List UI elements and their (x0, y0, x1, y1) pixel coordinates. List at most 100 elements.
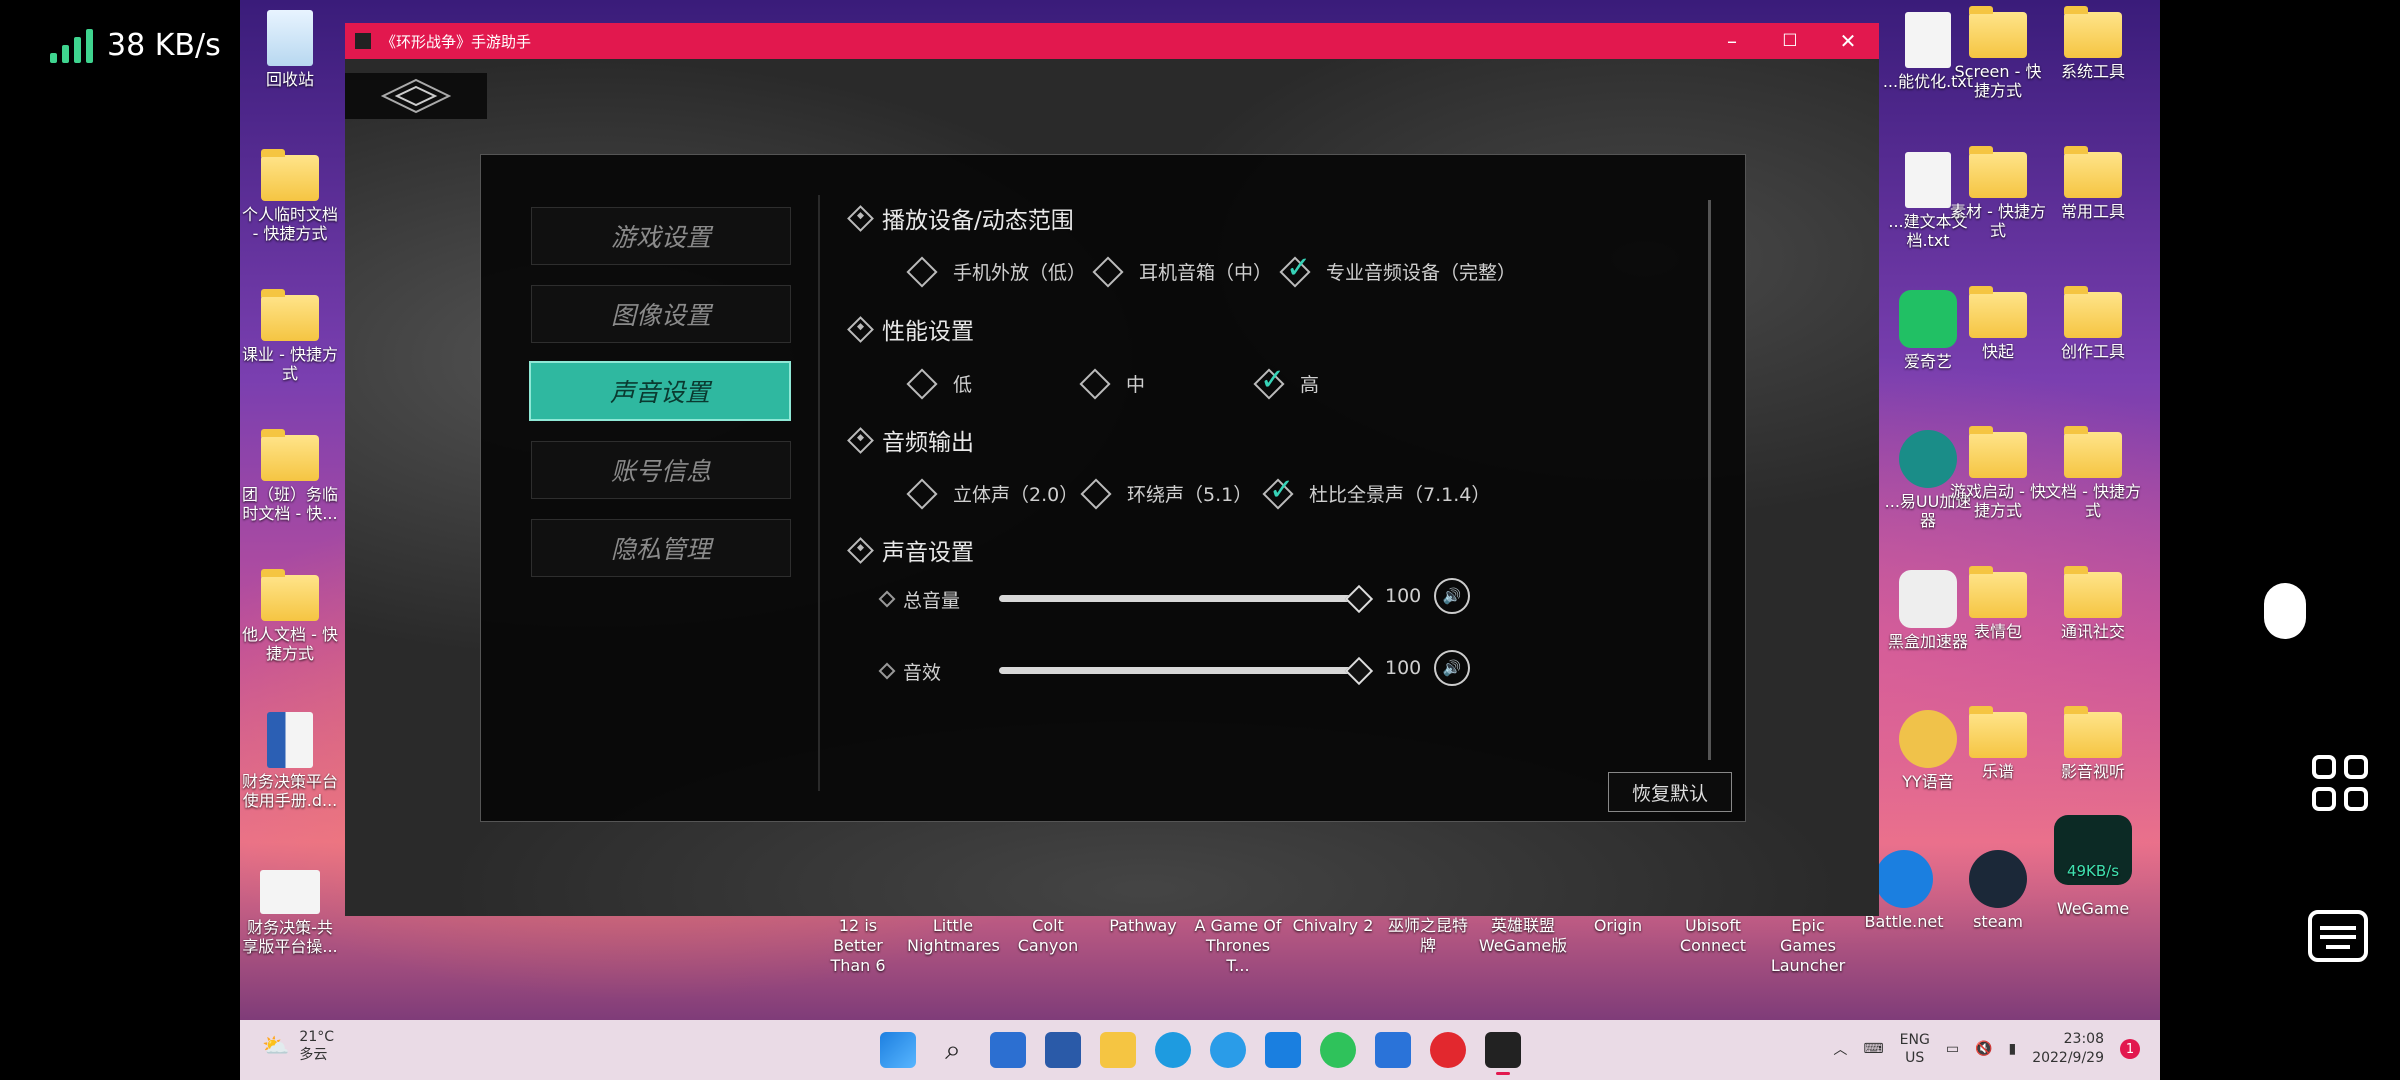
desktop-shortcut[interactable]: 他人文档 - 快捷方式 (242, 569, 338, 663)
search-icon[interactable]: ⌕ (935, 1032, 971, 1068)
battery-icon[interactable]: ▮ (2008, 1041, 2016, 1057)
slider-thumb[interactable] (1344, 656, 1374, 686)
language-indicator[interactable]: ENG US (1900, 1031, 1930, 1067)
menu-item-game-settings[interactable]: 游戏设置 (531, 207, 791, 265)
checkbox[interactable] (906, 477, 938, 510)
reset-default-button[interactable]: 恢复默认 (1608, 772, 1732, 812)
option-label: 耳机音箱（中） (1139, 262, 1273, 284)
desktop-shortcut[interactable]: 素材 - 快捷方式 (1950, 146, 2046, 240)
keyboard-toggle-icon[interactable] (2308, 910, 2368, 962)
option-performance-low[interactable]: 低 (906, 367, 972, 400)
option-performance-mid[interactable]: 中 (1079, 367, 1145, 400)
option-phone-speaker[interactable]: 手机外放（低） (906, 255, 1086, 288)
display-icon[interactable]: ▭ (1946, 1041, 1959, 1057)
desktop-shortcut[interactable]: 团（班）务临时文档 - 快... (242, 429, 338, 523)
game-shortcut[interactable]: Epic Games Launcher (1762, 916, 1854, 976)
game-shortcut[interactable]: 英雄联盟 WeGame版 (1477, 916, 1569, 956)
game-assistant-taskbar-icon[interactable] (1485, 1032, 1521, 1068)
desktop-app[interactable]: 49KB/s WeGame (2045, 815, 2141, 918)
game-shortcut[interactable]: Pathway (1097, 916, 1189, 936)
checkbox-checked[interactable]: ✓ (1262, 472, 1294, 510)
option-dolby-atmos[interactable]: ✓ 杜比全景声（7.1.4） (1262, 472, 1490, 510)
chevron-up-icon[interactable]: ︿ (1833, 1039, 1847, 1059)
desktop-folder[interactable]: 表情包 (1950, 566, 2046, 641)
edge-icon[interactable] (1155, 1032, 1191, 1068)
menu-item-account-info[interactable]: 账号信息 (531, 441, 791, 499)
weather-widget[interactable]: ⛅ 21°C 多云 (262, 1028, 334, 1064)
desktop-icon-label: 文档 - 快捷方式 (2045, 482, 2141, 520)
desktop-shortcut[interactable]: Screen - 快捷方式 (1950, 6, 2046, 100)
file-explorer-icon[interactable] (1100, 1032, 1136, 1068)
desktop-folder[interactable]: 常用工具 (2045, 146, 2141, 221)
desktop-shortcut[interactable]: 个人临时文档 - 快捷方式 (242, 149, 338, 243)
menu-item-sound-settings[interactable]: 声音设置 (529, 361, 791, 421)
game-shortcut[interactable]: Colt Canyon (1002, 916, 1094, 956)
game-shortcut[interactable]: Origin (1572, 916, 1664, 936)
slider-thumb[interactable] (1344, 584, 1374, 614)
desktop-app[interactable]: steam (1950, 850, 2046, 931)
clock[interactable]: 23:08 2022/9/29 (2032, 1030, 2104, 1068)
desktop-shortcut[interactable]: 文档 - 快捷方式 (2045, 426, 2141, 520)
desktop-folder[interactable]: 影音视听 (2045, 706, 2141, 781)
wechat-icon[interactable] (1320, 1032, 1356, 1068)
option-performance-high[interactable]: ✓ 高 (1253, 362, 1320, 400)
desktop-file[interactable]: 财务决策平台使用手册.d... (242, 712, 338, 810)
recycle-bin[interactable]: 回收站 (242, 10, 338, 89)
desktop-folder[interactable]: 创作工具 (2045, 286, 2141, 361)
window-titlebar[interactable]: 《环形战争》手游助手 – ☐ ✕ (345, 23, 1879, 59)
checkbox[interactable] (906, 367, 938, 400)
option-headphones[interactable]: 耳机音箱（中） (1092, 255, 1273, 288)
game-shortcut[interactable]: Chivalry 2 (1287, 916, 1379, 936)
scrollbar[interactable] (1708, 200, 1711, 760)
desktop-folder[interactable]: 系统工具 (2045, 6, 2141, 81)
start-icon[interactable] (880, 1032, 916, 1068)
game-shortcut[interactable]: A Game Of Thrones T... (1192, 916, 1284, 976)
option-label: 环绕声（5.1） (1127, 484, 1253, 506)
game-shortcut[interactable]: Ubisoft Connect (1667, 916, 1759, 956)
photos-icon[interactable] (1375, 1032, 1411, 1068)
menu-item-privacy[interactable]: 隐私管理 (531, 519, 791, 577)
checkbox[interactable] (906, 255, 938, 288)
desktop-folder[interactable]: 通讯社交 (2045, 566, 2141, 641)
checkbox[interactable] (1079, 367, 1111, 400)
minimize-button[interactable]: – (1703, 23, 1761, 59)
game-shortcut[interactable]: 巫师之昆特牌 (1382, 916, 1474, 956)
assistant-app-icon[interactable] (1265, 1032, 1301, 1068)
mouse-mode-icon[interactable] (2264, 583, 2306, 639)
option-label: 高 (1300, 374, 1320, 396)
menu-item-label: 声音设置 (609, 378, 710, 407)
maximize-button[interactable]: ☐ (1761, 23, 1819, 59)
desktop-icon-label: 财务决策平台使用手册.d... (242, 772, 339, 810)
checkbox-checked[interactable]: ✓ (1279, 250, 1311, 288)
notification-badge[interactable]: 1 (2120, 1039, 2140, 1059)
folder-icon (261, 149, 319, 201)
checkbox[interactable] (1080, 477, 1112, 510)
speaker-icon[interactable]: 🔊 (1434, 650, 1470, 686)
grid-menu-icon[interactable] (2312, 755, 2368, 811)
game-shortcut[interactable]: Little Nightmares (907, 916, 1000, 956)
game-shortcut[interactable]: 12 is Better Than 6 (812, 916, 904, 976)
desktop-shortcut[interactable]: 游戏启动 - 快捷方式 (1950, 426, 2046, 520)
checkbox[interactable] (1092, 255, 1124, 288)
menu-item-graphics-settings[interactable]: 图像设置 (531, 285, 791, 343)
desktop-shortcut[interactable]: 课业 - 快捷方式 (242, 289, 338, 383)
speaker-icon[interactable]: 🔊 (1434, 578, 1470, 614)
slider-track[interactable] (999, 656, 1374, 686)
store-icon[interactable] (1045, 1032, 1081, 1068)
mute-icon[interactable]: 🔇 (1975, 1041, 1992, 1057)
desktop-folder[interactable]: 乐谱 (1950, 706, 2046, 781)
keyboard-icon[interactable]: ⌨ (1863, 1041, 1883, 1057)
desktop-file[interactable]: 财务决策-共享版平台操... (242, 870, 338, 956)
desktop-folder[interactable]: 快起 (1950, 286, 2046, 361)
close-button[interactable]: ✕ (1819, 23, 1877, 59)
option-stereo[interactable]: 立体声（2.0） (906, 477, 1078, 510)
netease-music-icon[interactable] (1430, 1032, 1466, 1068)
browser-icon[interactable] (1210, 1032, 1246, 1068)
slider-label: 总音量 (903, 589, 961, 612)
shield-app-icon[interactable] (990, 1032, 1026, 1068)
wegame-speed-text: 49KB/s (2066, 862, 2120, 880)
checkbox-checked[interactable]: ✓ (1253, 362, 1285, 400)
slider-track[interactable] (999, 584, 1374, 614)
option-pro-audio[interactable]: ✓ 专业音频设备（完整） (1279, 250, 1516, 288)
option-surround[interactable]: 环绕声（5.1） (1080, 477, 1253, 510)
